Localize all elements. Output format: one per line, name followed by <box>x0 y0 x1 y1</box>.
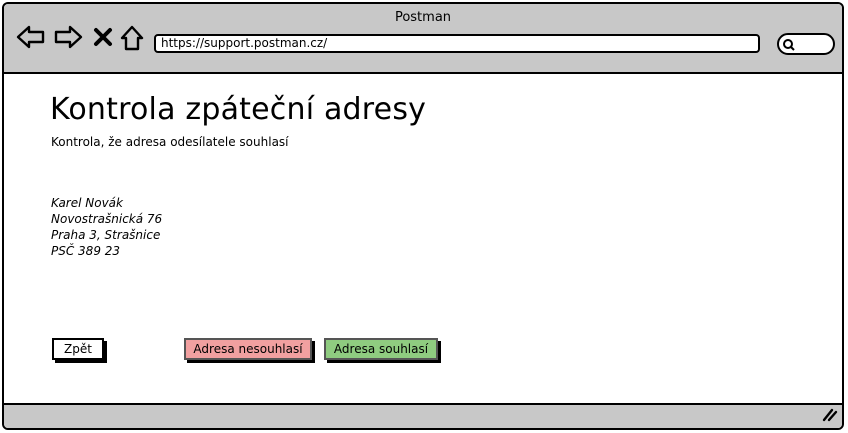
status-bar <box>4 403 842 428</box>
page-title: Kontrola zpáteční adresy <box>50 92 427 127</box>
address-city: Praha 3, Strašnice <box>51 228 161 242</box>
address-zip: PSČ 389 23 <box>51 244 121 258</box>
address-mismatch-button[interactable]: Adresa nesouhlasí <box>184 338 312 360</box>
search-box[interactable] <box>777 33 835 55</box>
sender-address: Karel Novák Novostrašnická 76 Praha 3, S… <box>51 195 162 259</box>
back-button[interactable]: Zpět <box>52 338 104 360</box>
url-input[interactable]: https://support.postman.cz/ <box>154 34 760 53</box>
address-name: Karel Novák <box>51 196 123 210</box>
title-bar: Postman https://support.postman.cz/ <box>4 4 842 74</box>
window-title: Postman <box>394 10 452 25</box>
resize-grip-icon[interactable] <box>820 404 838 426</box>
browser-window: Postman https://support.postman.cz/ Kont… <box>2 2 844 430</box>
close-icon[interactable] <box>93 27 113 47</box>
page-subtitle: Kontrola, že adresa odesílatele souhlasí <box>51 135 289 149</box>
address-match-button[interactable]: Adresa souhlasí <box>324 338 438 360</box>
home-icon[interactable] <box>119 25 145 51</box>
address-street: Novostrašnická 76 <box>51 212 163 226</box>
back-arrow-icon[interactable] <box>16 24 46 50</box>
forward-arrow-icon[interactable] <box>53 24 83 50</box>
